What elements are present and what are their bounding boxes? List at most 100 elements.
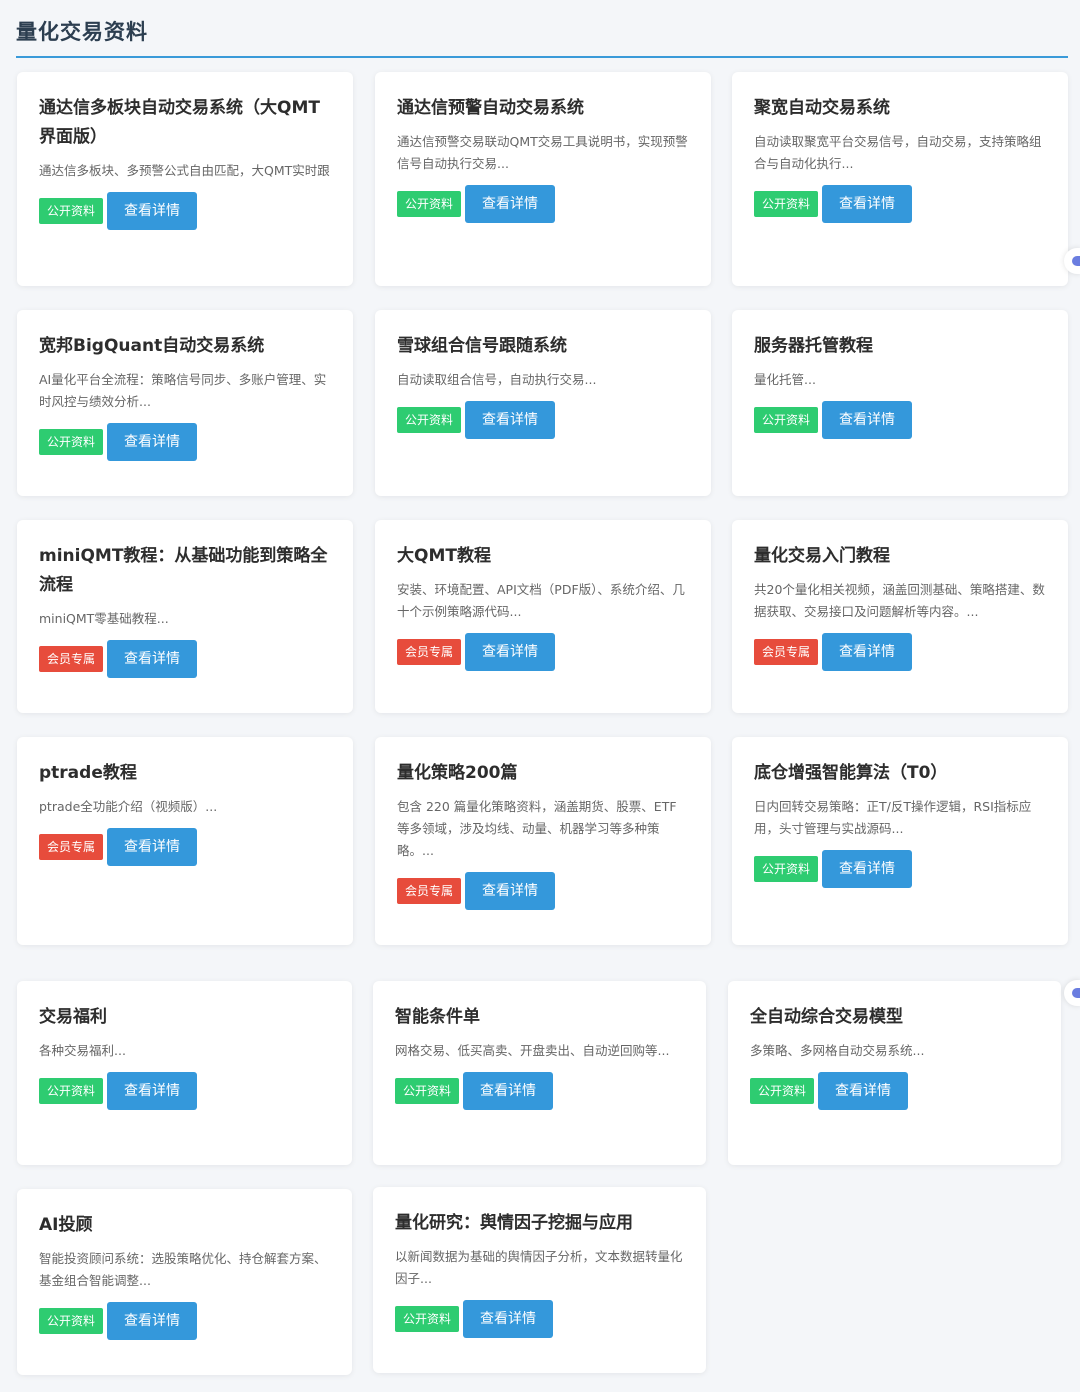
member-badge: 会员专属 (397, 639, 462, 665)
card-description: AI量化平台全流程：策略信号同步、多账户管理、实时风控与绩效分析... (39, 372, 327, 409)
view-details-button[interactable]: 查看详情 (107, 640, 198, 678)
resource-card: miniQMT教程：从基础功能到策略全流程 miniQMT零基础教程... 会员专属… (17, 520, 353, 713)
member-badge: 会员专属 (39, 834, 104, 860)
view-details-button[interactable]: 查看详情 (107, 828, 198, 866)
card-actions: 公开资料 查看详情 (39, 1302, 330, 1340)
card-description: 网格交易、低买高卖、开盘卖出、自动逆回购等... (395, 1043, 670, 1058)
card-title: 智能条件单 (395, 1007, 480, 1027)
view-details-button[interactable]: 查看详情 (463, 1300, 554, 1338)
card-description: 安装、环境配置、API文档（PDF版）、系统介绍、几十个示例策略源代码... (397, 582, 685, 619)
card-description: 以新闻数据为基础的舆情因子分析，文本数据转量化因子... (395, 1249, 683, 1286)
view-details-button[interactable]: 查看详情 (463, 1072, 554, 1110)
side-icon (1072, 988, 1080, 998)
resource-card: 全自动综合交易模型 多策略、多网格自动交易系统... 公开资料 查看详情 (728, 981, 1061, 1165)
floating-side-icon[interactable] (1064, 980, 1080, 1006)
card-actions: 会员专属 查看详情 (397, 633, 689, 671)
public-badge: 公开资料 (39, 429, 104, 455)
view-details-button[interactable]: 查看详情 (818, 1072, 909, 1110)
card-actions: 会员专属 查看详情 (39, 828, 331, 866)
resource-card: 通达信多板块自动交易系统（大QMT界面版） 通达信多板块、多预警公式自由匹配，大Q… (17, 72, 353, 286)
card-actions: 公开资料 查看详情 (754, 401, 1046, 439)
card-description: 自动读取聚宽平台交易信号，自动交易，支持策略组合与自动化执行... (754, 134, 1042, 171)
view-details-button[interactable]: 查看详情 (465, 185, 556, 223)
card-actions: 会员专属 查看详情 (39, 640, 331, 678)
resource-card: 量化交易入门教程 共20个量化相关视频，涵盖回测基础、策略搭建、数据获取、交易接口… (732, 520, 1068, 713)
public-badge: 公开资料 (754, 407, 819, 433)
member-badge: 会员专属 (397, 878, 462, 904)
card-description: miniQMT零基础教程... (39, 611, 169, 626)
side-icon (1072, 256, 1080, 266)
card-title: 底仓增强智能算法（T0） (754, 763, 948, 783)
public-badge: 公开资料 (750, 1078, 815, 1104)
resource-card: 聚宽自动交易系统自动读取聚宽平台交易信号，自动交易，支持策略组合与自动化执行..… (732, 72, 1068, 286)
member-badge: 会员专属 (754, 639, 819, 665)
card-actions: 公开资料 查看详情 (39, 423, 331, 461)
view-details-button[interactable]: 查看详情 (465, 872, 556, 910)
resource-card: 量化研究：舆情因子挖掘与应用以新闻数据为基础的舆情因子分析，文本数据转量化因子.… (373, 1187, 706, 1373)
view-details-button[interactable]: 查看详情 (822, 633, 913, 671)
public-badge: 公开资料 (754, 856, 819, 882)
card-title: 宽邦BigQuant自动交易系统 (39, 336, 265, 356)
resource-card: 底仓增强智能算法（T0） 日内回转交易策略：正T/反T操作逻辑，RSI指标应用，头… (732, 737, 1068, 945)
card-title: ptrade教程 (39, 763, 137, 783)
view-details-button[interactable]: 查看详情 (822, 401, 913, 439)
card-title: 聚宽自动交易系统 (754, 98, 890, 118)
public-badge: 公开资料 (754, 191, 819, 217)
card-title: 量化研究：舆情因子挖掘与应用 (395, 1213, 633, 1233)
card-actions: 会员专属 查看详情 (397, 872, 689, 910)
card-actions: 公开资料 查看详情 (395, 1300, 684, 1338)
public-badge: 公开资料 (395, 1078, 460, 1104)
page-title: 量化交易资料 (16, 20, 148, 44)
card-title: 量化交易入门教程 (754, 546, 890, 566)
view-details-button[interactable]: 查看详情 (822, 185, 913, 223)
view-details-button[interactable]: 查看详情 (107, 192, 198, 230)
card-description: 自动读取组合信号，自动执行交易... (397, 372, 597, 387)
card-actions: 公开资料 查看详情 (750, 1072, 1039, 1110)
card-description: 量化托管... (754, 372, 816, 387)
resource-card: 量化策略200篇包含 220 篇量化策略资料，涵盖期货、股票、ETF等多领域，涉… (375, 737, 711, 945)
view-details-button[interactable]: 查看详情 (107, 1072, 198, 1110)
resource-card: 宽邦BigQuant自动交易系统 AI量化平台全流程：策略信号同步、多账户管理、实… (17, 310, 353, 496)
card-actions: 公开资料 查看详情 (39, 192, 331, 230)
card-title: 通达信预警自动交易系统 (397, 98, 584, 118)
view-details-button[interactable]: 查看详情 (465, 401, 556, 439)
resource-card: 服务器托管教程量化托管... 公开资料 查看详情 (732, 310, 1068, 496)
card-actions: 公开资料 查看详情 (39, 1072, 330, 1110)
public-badge: 公开资料 (39, 1308, 104, 1334)
card-title: 通达信多板块自动交易系统（大QMT界面版） (39, 98, 320, 147)
view-details-button[interactable]: 查看详情 (465, 633, 556, 671)
card-title: AI投顾 (39, 1215, 93, 1235)
public-badge: 公开资料 (39, 1078, 104, 1104)
resource-card: ptrade教程 ptrade全功能介绍（视频版）... 会员专属 查看详情 (17, 737, 353, 945)
card-actions: 公开资料 查看详情 (754, 185, 1046, 223)
view-details-button[interactable]: 查看详情 (107, 423, 198, 461)
card-title: 全自动综合交易模型 (750, 1007, 903, 1027)
card-description: 日内回转交易策略：正T/反T操作逻辑，RSI指标应用，头寸管理与实战源码... (754, 799, 1032, 836)
card-title: 服务器托管教程 (754, 336, 873, 356)
card-title: 交易福利 (39, 1007, 107, 1027)
member-badge: 会员专属 (39, 646, 104, 672)
public-badge: 公开资料 (397, 191, 462, 217)
resource-card: 大QMT教程 安装、环境配置、API文档（PDF版）、系统介绍、几十个示例策略源代… (375, 520, 711, 713)
view-details-button[interactable]: 查看详情 (822, 850, 913, 888)
card-actions: 公开资料 查看详情 (397, 185, 689, 223)
card-description: 通达信预警交易联动QMT交易工具说明书，实现预警信号自动执行交易... (397, 134, 688, 171)
resource-card: AI投顾智能投资顾问系统：选股策略优化、持仓解套方案、基金组合智能调整... 公开… (17, 1189, 352, 1375)
card-description: 智能投资顾问系统：选股策略优化、持仓解套方案、基金组合智能调整... (39, 1251, 327, 1288)
card-description: ptrade全功能介绍（视频版）... (39, 799, 218, 814)
card-actions: 公开资料 查看详情 (395, 1072, 684, 1110)
card-description: 包含 220 篇量化策略资料，涵盖期货、股票、ETF等多领域，涉及均线、动量、机… (397, 799, 677, 858)
resource-card: 智能条件单网格交易、低买高卖、开盘卖出、自动逆回购等... 公开资料 查看详情 (373, 981, 706, 1165)
card-actions: 公开资料 查看详情 (397, 401, 689, 439)
page-header: 量化交易资料 (16, 0, 1068, 58)
resource-card: 雪球组合信号跟随系统自动读取组合信号，自动执行交易... 公开资料 查看详情 (375, 310, 711, 496)
public-badge: 公开资料 (39, 198, 104, 224)
resource-card: 通达信预警自动交易系统通达信预警交易联动QMT交易工具说明书，实现预警信号自动执… (375, 72, 711, 286)
card-description: 通达信多板块、多预警公式自由匹配，大QMT实时跟 (39, 163, 330, 178)
card-title: 雪球组合信号跟随系统 (397, 336, 567, 356)
card-description: 各种交易福利... (39, 1043, 126, 1058)
card-actions: 公开资料 查看详情 (754, 850, 1046, 888)
resource-card: 交易福利各种交易福利... 公开资料 查看详情 (17, 981, 352, 1165)
view-details-button[interactable]: 查看详情 (107, 1302, 198, 1340)
card-title: 量化策略200篇 (397, 763, 518, 783)
